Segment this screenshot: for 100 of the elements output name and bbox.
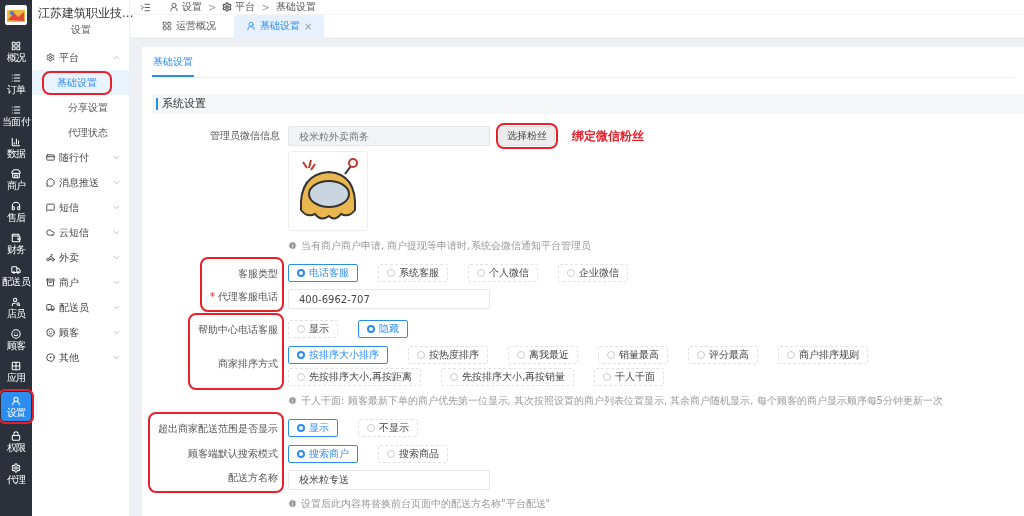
radio-icon [367,325,375,333]
radio-option[interactable]: 企业微信 [558,264,628,282]
nav-item[interactable]: 财务 [1,229,31,258]
radio-option[interactable]: 按排序大小排序 [288,346,388,364]
menu-group[interactable]: 短信 [32,195,129,220]
nav-item[interactable]: 售后 [1,197,31,226]
menu-item-label: 基础设置 [56,75,98,90]
menu-label: 其他 [59,350,79,365]
breadcrumb-item[interactable]: 平台 [235,0,256,14]
nav-label: 售后 [6,211,26,223]
nav-label: 代理 [6,473,26,485]
radio-option[interactable]: 千人千面 [594,368,665,386]
nav-icon [11,296,21,307]
nav-label: 权限 [6,441,26,453]
radio-icon [297,269,305,277]
breadcrumb-item[interactable]: 设置 [182,0,202,14]
menu-icon [46,153,55,162]
user-icon [169,2,179,12]
radio-option[interactable]: 不显示 [358,419,418,437]
nav-icon [11,72,21,83]
menu-group[interactable]: 云短信 [32,220,129,245]
menu-group[interactable]: 消息推送 [32,170,129,195]
field-label: 顾客端默认搜索模式 [188,447,278,461]
nav-label: 当面付 [1,115,31,127]
nav-icon [11,328,21,339]
inner-tab[interactable]: 基础设置 [152,53,194,77]
menu-item[interactable]: 代理状态 [32,120,129,145]
text-field[interactable]: 校米粒专送 [288,470,490,490]
logo-icon [4,4,28,26]
nav-item[interactable]: 订单 [1,69,31,98]
menu-label: 短信 [59,200,79,215]
collapse-icon[interactable] [140,1,151,13]
hint-text: 当有商户商户申请, 商户提现等申请时,系统会微信通知平台管理员 [301,239,591,252]
info-icon [288,499,297,508]
nav-label: 数据 [6,147,26,159]
radio-option[interactable]: 显示 [288,419,338,437]
menu-group[interactable]: 配送员 [32,295,129,320]
radio-option[interactable]: 系统客服 [378,264,448,282]
radio-option[interactable]: 按热度排序 [408,346,488,364]
radio-option[interactable]: 个人微信 [468,264,538,282]
radio-option[interactable]: 搜索商户 [288,445,358,463]
radio-option[interactable]: 销量最高 [598,346,668,364]
radio-option[interactable]: 商户排序规则 [778,346,868,364]
settings-icon [222,2,233,12]
select-fans-button[interactable]: 选择粉丝 [499,126,555,146]
tab-label: 基础设置 [260,19,300,33]
menu-group[interactable]: 平台 [32,45,129,70]
radio-option[interactable]: 搜索商品 [378,445,448,463]
nav-item[interactable]: 当面付 [1,101,31,130]
nav-icon [11,200,21,211]
nav-icon [11,430,21,441]
radio-option[interactable]: 先按排序大小,再按销量 [441,368,575,386]
text-field[interactable]: 400-6962-707 [288,289,490,309]
menu-label: 随行付 [59,150,89,165]
nav-icon [11,462,21,473]
section-title: 系统设置 [156,98,206,110]
grid-icon [162,21,172,31]
nav-item[interactable]: 概况 [1,37,31,66]
menu-icon [46,303,55,312]
nav-icon [11,40,21,51]
menu-group[interactable]: 其他 [32,345,129,370]
nav-item[interactable]: 店员 [1,293,31,322]
nav-label: 商户 [6,179,26,191]
menu-item-label: 分享设置 [67,100,109,115]
hint-text: 设置后此内容将替换前台页面中的配送方名称"平台配送" [301,497,551,510]
field-label: 商家排序方式 [218,356,278,371]
nav-item[interactable]: 数据 [1,133,31,162]
menu-label: 消息推送 [59,175,99,190]
menu-group[interactable]: 外卖 [32,245,129,270]
radio-option[interactable]: 先按排序大小,再按距离 [288,368,422,386]
radio-option[interactable]: 评分最高 [688,346,758,364]
annotation-note: 绑定微信粉丝 [572,127,644,145]
menu-item[interactable]: 分享设置 [32,95,129,120]
nav-icon [11,360,21,371]
nav-icon [11,168,21,179]
menu-group[interactable]: 顾客 [32,320,129,345]
nav-item[interactable]: 应用 [1,357,31,386]
menu-group[interactable]: 随行付 [32,145,129,170]
field-label: * 代理客服电话 [210,289,278,304]
nav-item[interactable]: 权限 [1,427,31,456]
menu-label: 商户 [59,275,79,290]
menu-group[interactable]: 商户 [32,270,129,295]
nav-item[interactable]: 商户 [1,165,31,194]
radio-option[interactable]: 离我最近 [508,346,578,364]
radio-option[interactable]: 隐藏 [358,320,408,338]
radio-option[interactable]: 显示 [288,320,338,338]
nav-icon [11,395,21,406]
nav-item[interactable]: 代理 [1,459,31,488]
nav-icon [11,264,21,275]
nav-item[interactable]: 配送员 [1,261,31,290]
nav-label: 订单 [6,83,26,95]
breadcrumb-item[interactable]: 基础设置 [275,0,316,14]
menu-label: 外卖 [59,250,79,265]
app-subtitle: 设置 [69,23,92,37]
nav-item[interactable]: 顾客 [1,325,31,354]
nav-label: 配送员 [1,275,31,287]
radio-icon [297,351,305,359]
breadcrumb-separator: > [261,1,270,13]
page-tab[interactable]: 运营概况 [150,15,228,37]
radio-option[interactable]: 电话客服 [288,264,358,282]
